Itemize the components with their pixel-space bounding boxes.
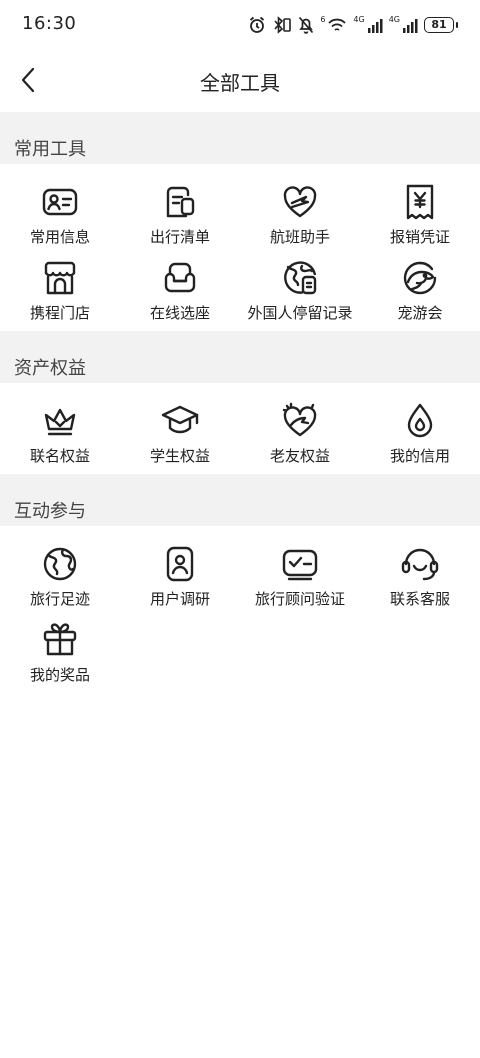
tool-label: 我的信用 [389,447,450,465]
status-time: 16:30 [22,13,77,34]
tool-grid-interaction: 旅行足迹 用户调研 旅行顾问验证 联系客服 我的奖品 [0,540,480,692]
section-title: 互动参与 [14,501,86,522]
tool-grid-benefits: 联名权益 学生权益 老友权益 我的信用 [0,397,480,473]
bluetooth-vibrate-icon [274,16,292,34]
tool-online-seat-selection[interactable]: 在线选座 [120,254,240,330]
receipt-yen-icon [400,182,440,222]
checklist-icon [160,182,200,222]
tool-ctrip-store[interactable]: 携程门店 [0,254,120,330]
tool-label: 老友权益 [269,447,330,465]
section-header-asset-benefits: 资产权益 [0,331,480,383]
heart-plane-icon [280,182,320,222]
tool-label: 航班助手 [269,228,330,246]
tool-flight-assistant[interactable]: 航班助手 [240,178,360,254]
tool-student-benefits[interactable]: 学生权益 [120,397,240,473]
tool-label: 常用信息 [29,228,90,246]
tool-label: 在线选座 [149,304,210,322]
tool-travel-checklist[interactable]: 出行清单 [120,178,240,254]
alarm-icon [250,16,265,33]
tool-label: 用户调研 [149,590,210,608]
tool-label: 我的奖品 [29,666,90,684]
battery-indicator: 81 [424,17,454,33]
water-drop-icon [400,401,440,441]
heart-hand-icon [280,401,320,441]
tool-my-credit[interactable]: 我的信用 [360,397,480,473]
tool-old-friend-benefits[interactable]: 老友权益 [240,397,360,473]
crown-icon [40,401,80,441]
mute-bell-icon [299,16,314,34]
graduation-cap-icon [160,401,200,441]
wifi-label: 6 [320,14,326,24]
battery-tip [456,22,458,28]
wifi-icon [328,18,347,31]
nav-bar: 全部工具 [0,50,480,110]
section-title: 资产权益 [14,358,86,379]
tool-label: 报销凭证 [389,228,450,246]
page-title: 全部工具 [200,71,280,95]
id-card-icon [40,182,80,222]
tool-grid-common: 常用信息 出行清单 航班助手 报销凭证 携程门店 在线选座 外国人停留记录 宠游… [0,178,480,330]
section-title: 常用工具 [14,139,86,160]
tool-label: 出行清单 [149,228,210,246]
status-icons: 6 4G 4G 81 [248,13,458,37]
headset-icon [400,544,440,584]
storefront-icon [40,258,80,298]
verify-card-icon [280,544,320,584]
tool-label: 携程门店 [29,304,90,322]
seat-icon [160,258,200,298]
tool-contact-customer-service[interactable]: 联系客服 [360,540,480,616]
tool-label: 联系客服 [389,590,450,608]
tool-travel-advisor-verification[interactable]: 旅行顾问验证 [240,540,360,616]
tool-label: 旅行足迹 [29,590,90,608]
tool-foreigner-stay-record[interactable]: 外国人停留记录 [240,254,360,330]
tool-label: 宠游会 [397,304,443,322]
tool-pet-travel-club[interactable]: 宠游会 [360,254,480,330]
signal-icon-1 [367,19,383,33]
signal-icon-2 [403,19,418,33]
tool-travel-footprint[interactable]: 旅行足迹 [0,540,120,616]
globe-document-icon [280,258,320,298]
tool-label: 旅行顾问验证 [254,590,345,608]
tool-co-brand-benefits[interactable]: 联名权益 [0,397,120,473]
section-header-interaction: 互动参与 [0,474,480,526]
pet-icon [400,258,440,298]
globe-icon [40,544,80,584]
section-header-common-tools: 常用工具 [0,112,480,164]
status-bar: 16:30 6 4G 4G 81 [0,0,480,50]
user-document-icon [160,544,200,584]
signal-label-1: 4G [353,14,365,24]
tool-label: 联名权益 [29,447,90,465]
tool-label: 外国人停留记录 [247,304,353,322]
tool-my-prizes[interactable]: 我的奖品 [0,616,120,692]
tool-reimbursement-voucher[interactable]: 报销凭证 [360,178,480,254]
signal-label-2: 4G [388,14,400,24]
tool-user-research[interactable]: 用户调研 [120,540,240,616]
gift-icon [40,620,80,660]
tool-label: 学生权益 [149,447,210,465]
tool-common-info[interactable]: 常用信息 [0,178,120,254]
